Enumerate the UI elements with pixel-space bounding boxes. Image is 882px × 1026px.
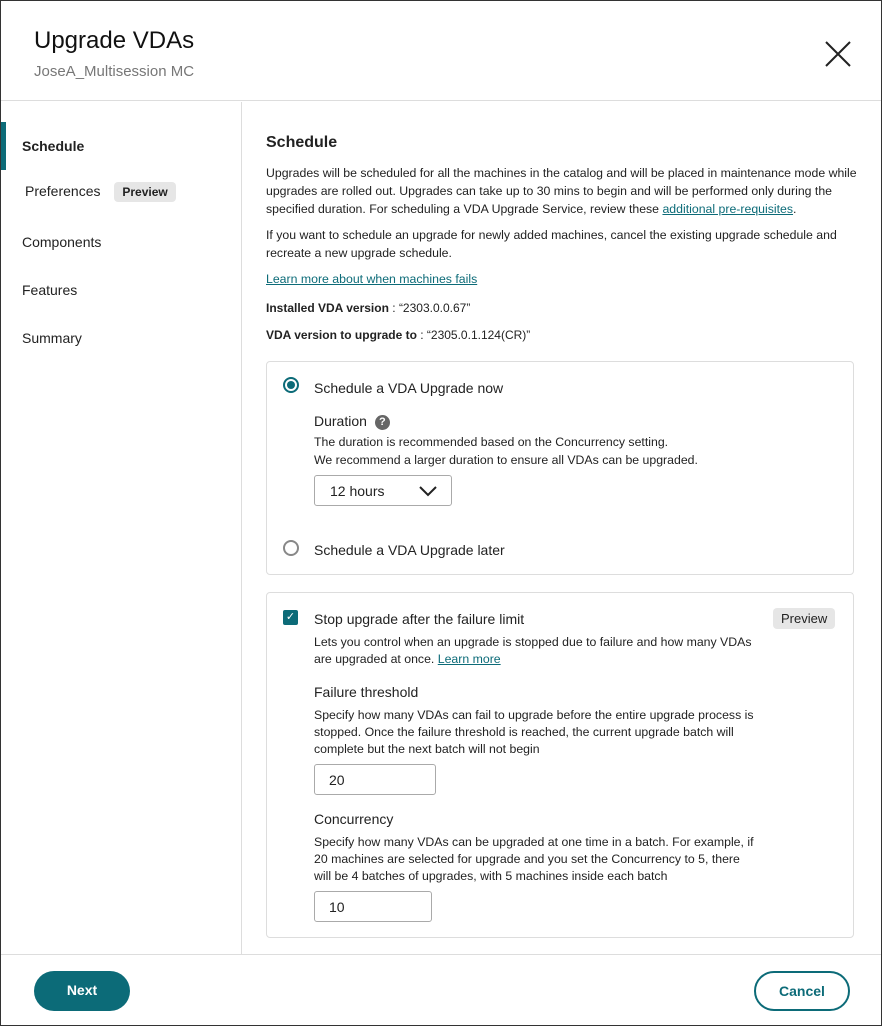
close-icon[interactable]: [821, 37, 855, 71]
sidebar-item-summary[interactable]: Summary: [22, 330, 82, 346]
duration-dropdown[interactable]: 12 hours: [314, 475, 452, 506]
concurrency-input[interactable]: [314, 891, 432, 922]
duration-label-text: Duration: [314, 413, 367, 429]
intro-text: Upgrades will be scheduled for all the m…: [266, 164, 866, 218]
failure-limit-checkbox[interactable]: ✓: [283, 610, 298, 625]
sidebar-item-components[interactable]: Components: [22, 234, 101, 250]
help-icon[interactable]: ?: [374, 415, 390, 430]
concurrency-label: Concurrency: [314, 811, 394, 827]
concurrency-desc: Specify how many VDAs can be upgraded at…: [314, 835, 754, 883]
sidebar-item-preferences[interactable]: Preferences Preview: [25, 182, 176, 202]
duration-label: Duration?: [314, 413, 390, 430]
schedule-now-label[interactable]: Schedule a VDA Upgrade now: [314, 380, 503, 396]
schedule-later-label[interactable]: Schedule a VDA Upgrade later: [314, 542, 505, 558]
failure-limit-title: Stop upgrade after the failure limit: [314, 611, 525, 627]
failure-limit-card: ✓ Stop upgrade after the failure limit P…: [266, 592, 854, 938]
duration-desc-1: The duration is recommended based on the…: [314, 435, 669, 449]
section-heading: Schedule: [266, 134, 338, 151]
failure-limit-desc: Lets you control when an upgrade is stop…: [314, 634, 764, 668]
schedule-panel: Schedule Upgrades will be scheduled for …: [243, 102, 881, 954]
dialog-title: Upgrade VDAs: [34, 27, 195, 54]
note-text: If you want to schedule an upgrade for n…: [266, 228, 837, 260]
preview-badge: Preview: [773, 608, 836, 629]
failure-threshold-input[interactable]: [314, 764, 436, 795]
failure-desc-text: Lets you control when an upgrade is stop…: [314, 635, 752, 666]
target-version-value: : “2305.0.1.124(CR)”: [416, 328, 531, 342]
sidebar-item-schedule[interactable]: Schedule: [22, 138, 84, 154]
upgrade-vdas-dialog: Upgrade VDAs JoseA_Multisession MC Sched…: [0, 0, 882, 1026]
sidebar-item-label: Preferences: [25, 183, 101, 199]
prerequisites-link[interactable]: additional pre-requisites: [662, 202, 793, 216]
cancel-button[interactable]: Cancel: [754, 971, 850, 1011]
active-indicator: [1, 122, 6, 170]
sidebar-item-features[interactable]: Features: [22, 282, 77, 298]
duration-value: 12 hours: [330, 483, 385, 499]
installed-version-label: Installed VDA version: [266, 301, 389, 315]
installed-version-value: : “2303.0.0.67”: [388, 301, 471, 315]
schedule-options-card: Schedule a VDA Upgrade now Duration? The…: [266, 361, 854, 575]
schedule-later-radio[interactable]: [283, 540, 299, 556]
dialog-footer: Next Cancel: [1, 954, 881, 1026]
chevron-down-icon: [419, 486, 437, 497]
wizard-sidebar: Schedule Preferences Preview Components …: [1, 102, 242, 954]
learn-more-link[interactable]: Learn more: [438, 652, 501, 666]
learn-more-failures-link[interactable]: Learn more about when machines fails: [266, 272, 477, 286]
duration-desc-2: We recommend a larger duration to ensure…: [314, 453, 698, 467]
schedule-now-radio[interactable]: [283, 377, 299, 393]
dialog-header: Upgrade VDAs JoseA_Multisession MC: [1, 1, 881, 101]
failure-threshold-label: Failure threshold: [314, 684, 419, 700]
dialog-subtitle: JoseA_Multisession MC: [34, 63, 195, 80]
preview-badge: Preview: [114, 182, 176, 202]
next-button[interactable]: Next: [34, 971, 130, 1011]
intro-end: .: [793, 202, 797, 216]
target-version-label: VDA version to upgrade to: [266, 328, 417, 342]
installed-version: Installed VDA version : “2303.0.0.67”: [266, 301, 470, 315]
failure-threshold-desc: Specify how many VDAs can fail to upgrad…: [314, 708, 754, 756]
target-version: VDA version to upgrade to : “2305.0.1.12…: [266, 328, 530, 342]
